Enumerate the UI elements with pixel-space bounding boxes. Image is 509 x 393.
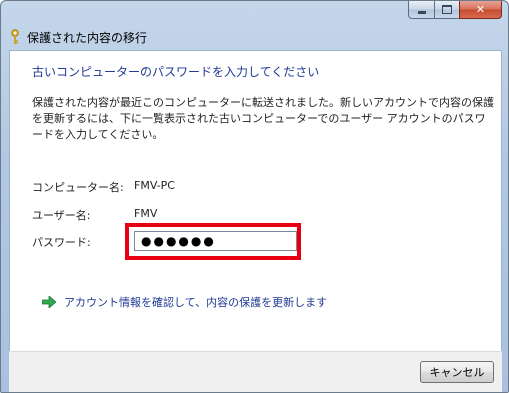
maximize-icon bbox=[442, 5, 452, 14]
caption-buttons: ✕ bbox=[408, 1, 502, 19]
update-protection-link[interactable]: アカウント情報を確認して、内容の保護を更新します bbox=[42, 294, 327, 310]
password-label: パスワード: bbox=[32, 236, 91, 249]
green-arrow-icon bbox=[42, 296, 56, 308]
computer-name-label: コンピューター名: bbox=[32, 181, 124, 194]
user-name-label: ユーザー名: bbox=[32, 209, 91, 222]
update-protection-link-label: アカウント情報を確認して、内容の保護を更新します bbox=[64, 296, 328, 309]
minimize-button[interactable] bbox=[408, 1, 434, 19]
minimize-icon bbox=[417, 11, 426, 14]
computer-name-value: FMV-PC bbox=[134, 179, 175, 192]
password-field[interactable] bbox=[134, 231, 297, 251]
cancel-button[interactable]: キャンセル bbox=[420, 361, 494, 383]
user-name-value: FMV bbox=[134, 207, 158, 220]
dialog-window: ✕ 保護された内容の移行 古いコンピューターのパスワードを入力してください 保護… bbox=[0, 0, 509, 393]
content-area: 古いコンピューターのパスワードを入力してください 保護された内容が最近このコンピ… bbox=[9, 50, 502, 352]
close-icon: ✕ bbox=[475, 3, 486, 16]
description-text: 保護された内容が最近このコンピューターに転送されました。新しいアカウントで内容の… bbox=[32, 96, 494, 141]
close-button[interactable]: ✕ bbox=[459, 1, 502, 19]
window-title: 保護された内容の移行 bbox=[27, 30, 148, 45]
title-bar: 保護された内容の移行 bbox=[9, 27, 147, 47]
main-instruction: 古いコンピューターのパスワードを入力してください bbox=[32, 65, 320, 79]
footer-bar: キャンセル bbox=[9, 351, 502, 392]
maximize-button[interactable] bbox=[434, 1, 459, 19]
key-icon bbox=[11, 29, 19, 44]
